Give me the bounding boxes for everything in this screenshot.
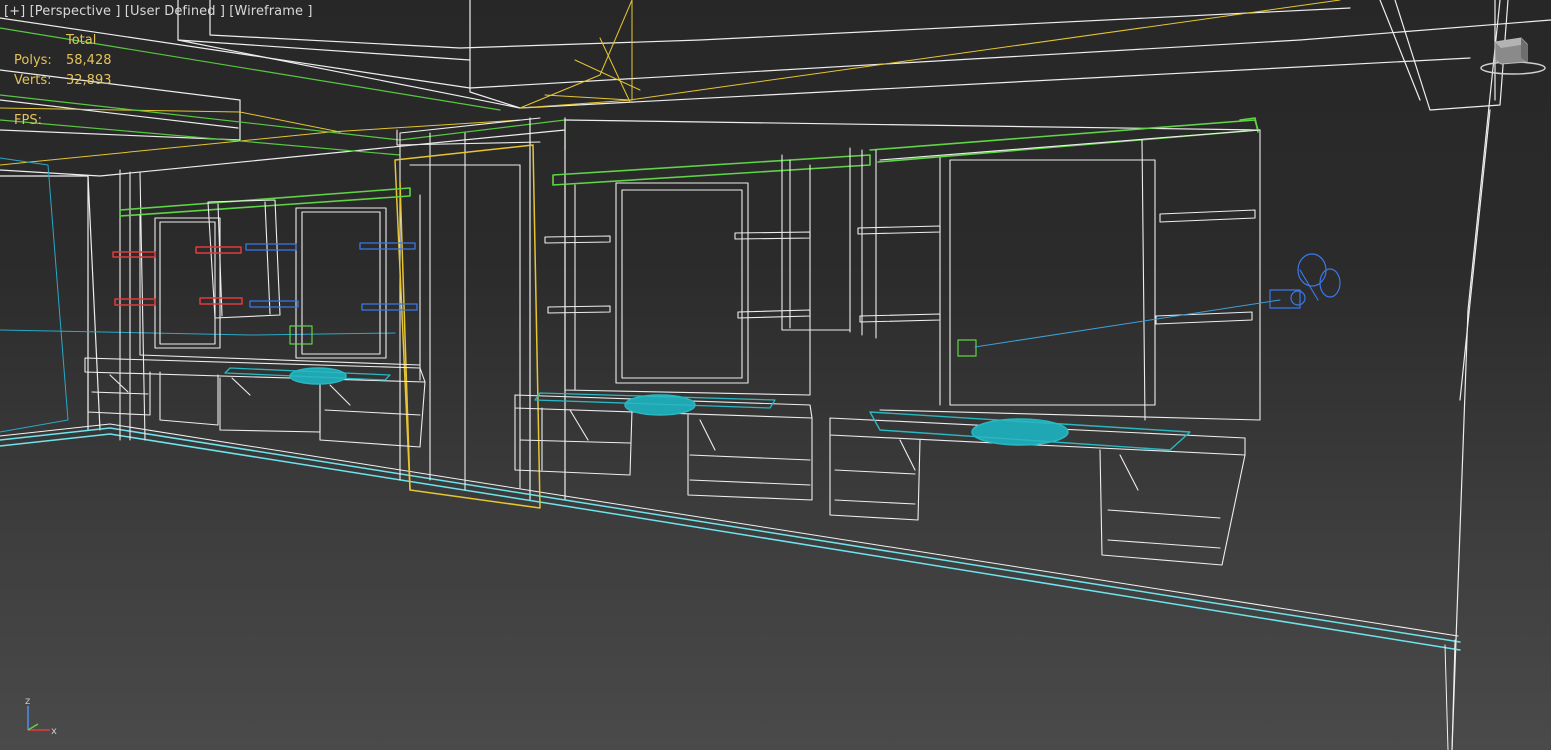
axis-tripod-icon: z x: [18, 694, 62, 738]
right-mirror: [879, 129, 1261, 421]
stats-polys-value: 58,428: [66, 53, 112, 68]
stats-fps-label: FPS:: [14, 113, 42, 128]
stats-verts-value: 32,893: [66, 73, 112, 88]
left-vanity: [84, 357, 426, 448]
stats-verts-label: Verts:: [14, 73, 52, 88]
doorway-left: [119, 117, 541, 491]
left-shelf-blue: [245, 242, 418, 311]
viewcube-icon[interactable]: [1475, 34, 1547, 78]
wireframe-scene[interactable]: [0, 0, 1551, 750]
camera-target-line: [974, 299, 1281, 348]
left-mirrors: [139, 194, 421, 381]
light-helper-green: [289, 325, 977, 357]
ceiling-wireframe: [0, 0, 1551, 177]
viewport-perspective[interactable]: [+] [Perspective ] [User Defined ] [Wire…: [0, 0, 1551, 750]
statistics-overlay: Total Polys: 58,428 Verts: 32,893 FPS:: [14, 31, 154, 131]
center-mirror: [544, 147, 941, 396]
left-shelf-red: [112, 246, 243, 306]
door-frame-yellow: [394, 144, 541, 509]
viewport-camera-menu[interactable]: [User Defined ]: [125, 4, 225, 19]
floor-edge-wires: [0, 427, 1461, 651]
viewport-menu-plus[interactable]: [+]: [4, 4, 25, 19]
floor-edge-white: [0, 423, 1459, 750]
stats-header: Total: [66, 33, 97, 48]
mirror-light-bars: [119, 117, 1259, 217]
camera-icon[interactable]: [1269, 253, 1341, 309]
axis-x-label: x: [51, 726, 57, 737]
axis-z-label: z: [25, 696, 30, 707]
viewport-label[interactable]: [+] [Perspective ] [User Defined ] [Wire…: [4, 4, 313, 19]
back-wall-wireframe: [0, 0, 1501, 750]
viewport-shading-menu[interactable]: [Wireframe ]: [229, 4, 312, 19]
stats-polys-label: Polys:: [14, 53, 52, 68]
viewport-view-menu[interactable]: [Perspective ]: [30, 4, 121, 19]
